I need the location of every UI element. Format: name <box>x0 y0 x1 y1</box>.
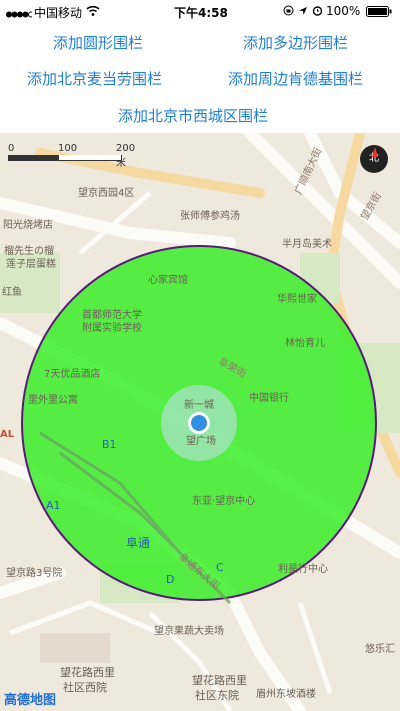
map-label: 望广场 <box>186 436 216 447</box>
battery-percent: 100% <box>326 4 361 18</box>
compass-button[interactable]: 北 <box>360 145 388 173</box>
scale-bar-graphic <box>8 155 122 161</box>
add-xicheng-fence-button[interactable]: 添加北京市西城区围栏 <box>118 105 268 126</box>
carrier-label: 中国移动 <box>34 6 83 20</box>
map-label: 社区东院 <box>195 689 239 702</box>
map-label: 望花路西里 <box>60 666 115 679</box>
map-label: 眉州东坡酒楼 <box>256 689 316 700</box>
map-view[interactable]: 0 100 200 米 北 望京西园4区 张师傅参鸡汤 阳光烧烤店 榴先生の榴 … <box>0 133 400 711</box>
map-label: 悠乐汇 <box>365 644 395 655</box>
station-label: A1 <box>46 499 61 512</box>
alarm-clock-icon <box>312 5 323 19</box>
add-kfc-fence-button[interactable]: 添加周边肯德基围栏 <box>228 68 363 89</box>
map-label: 7天优品酒店 <box>44 369 101 380</box>
map-label: 望花路西里 <box>192 674 247 687</box>
status-bar: 中国移动 下午4:58 100% <box>0 0 400 22</box>
map-label: 红鱼 <box>2 287 22 298</box>
map-label: 心家宾馆 <box>148 275 188 286</box>
map-label: 社区西院 <box>63 681 107 694</box>
map-label: 莲子层蛋糕 <box>6 259 56 270</box>
map-label: 里外里公寓 <box>28 395 78 406</box>
map-label: 阳光烧烤店 <box>3 220 53 231</box>
map-label: 华熙世家 <box>277 294 317 305</box>
signal-icon <box>6 7 34 21</box>
station-label: D <box>166 573 175 586</box>
map-label: 阜通 <box>126 536 151 550</box>
map-label: 林怡育儿 <box>285 338 325 349</box>
scale-label-100: 100 <box>58 143 78 154</box>
add-circle-fence-button[interactable]: 添加圆形围栏 <box>53 32 143 53</box>
amap-logo: 高德地图 <box>4 693 57 708</box>
battery-icon <box>366 6 392 20</box>
map-label: 望京果蔬大卖场 <box>154 626 224 637</box>
add-polygon-fence-button[interactable]: 添加多边形围栏 <box>243 32 348 53</box>
map-label: 望京西园4区 <box>78 188 135 199</box>
scale-label-0: 0 <box>8 143 15 154</box>
map-label: 新一城 <box>184 400 214 411</box>
map-label: AL <box>0 429 15 440</box>
orientation-lock-icon <box>283 5 294 19</box>
add-mcdonalds-fence-button[interactable]: 添加北京麦当劳围栏 <box>27 68 162 89</box>
station-label: C <box>216 561 224 574</box>
fence-button-panel: 添加圆形围栏 添加多边形围栏 添加北京麦当劳围栏 添加周边肯德基围栏 添加北京市… <box>0 22 400 133</box>
station-label: B1 <box>102 438 117 451</box>
user-location-dot <box>191 415 207 431</box>
time-label: 下午4:58 <box>174 6 228 20</box>
map-label: 利星行中心 <box>278 564 328 575</box>
map-label: 中国银行 <box>249 393 289 404</box>
map-label: 半月岛美术 <box>282 239 332 250</box>
wifi-icon <box>86 5 100 19</box>
map-label: 张师傅参鸡汤 <box>180 211 240 222</box>
map-label: 望京路3号院 <box>6 568 63 579</box>
map-label: 东亚·望京中心 <box>192 496 256 507</box>
map-label: 附属实验学校 <box>82 323 142 334</box>
location-arrow-icon <box>298 5 308 19</box>
